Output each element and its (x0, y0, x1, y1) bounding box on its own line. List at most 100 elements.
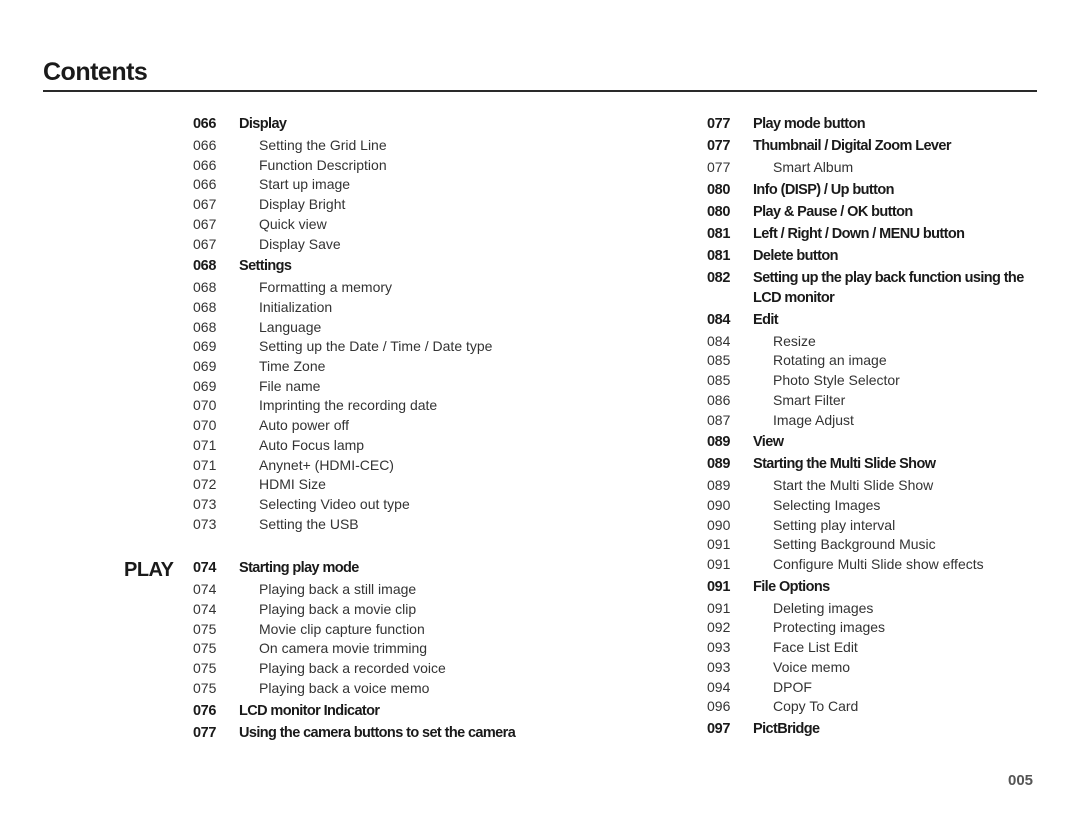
toc-page-number: 084 (707, 311, 730, 328)
toc-sub-entry[interactable]: 067 Quick view (193, 215, 553, 235)
toc-entry-title: Setting up the Date / Time / Date type (259, 338, 493, 355)
toc-entry-title: Photo Style Selector (773, 372, 900, 389)
toc-sub-entry[interactable]: 086 Smart Filter (707, 391, 1047, 411)
toc-sub-entry[interactable]: 069 File name (193, 377, 553, 397)
toc-heading-entry[interactable]: 066 Display (193, 114, 553, 134)
toc-entry-title: Playing back a movie clip (259, 601, 417, 618)
toc-sub-entry[interactable]: 077 Smart Album (707, 158, 1047, 178)
toc-page-number: 093 (707, 658, 731, 675)
toc-page-number: 080 (707, 203, 730, 220)
toc-heading-entry[interactable]: 091 File Options (707, 577, 1047, 597)
toc-sub-entry[interactable]: 067 Display Save (193, 235, 553, 255)
toc-sub-entry[interactable]: 096 Copy To Card (707, 697, 1047, 717)
toc-sub-entry[interactable]: 073 Selecting Video out type (193, 495, 553, 515)
toc-sub-entry[interactable]: 075 On camera movie trimming (193, 639, 553, 659)
toc-sub-entry[interactable]: 091 Configure Multi Slide show effects (707, 555, 1047, 575)
toc-sub-entry[interactable]: 068 Language (193, 318, 553, 338)
toc-entry-title: Quick view (259, 215, 327, 232)
toc-sub-entry[interactable]: 093 Voice memo (707, 658, 1047, 678)
toc-sub-entry[interactable]: 071 Auto Focus lamp (193, 436, 553, 456)
toc-page-number: 070 (193, 417, 217, 434)
toc-sub-entry[interactable]: 090 Selecting Images (707, 496, 1047, 516)
toc-entry-title: Formatting a memory (259, 279, 393, 296)
toc-entry-title: Display (239, 116, 287, 132)
toc-sub-entry[interactable]: 072 HDMI Size (193, 475, 553, 495)
toc-entry-title: Start up image (259, 176, 351, 193)
toc-sub-entry[interactable]: 067 Display Bright (193, 195, 553, 215)
toc-sub-entry[interactable]: 069 Setting up the Date / Time / Date typ… (193, 337, 553, 357)
toc-entry-title: Auto power off (259, 417, 350, 434)
toc-heading-entry[interactable]: 097 PictBridge (707, 719, 1047, 739)
toc-sub-entry[interactable]: 094 DPOF (707, 678, 1047, 698)
toc-heading-entry[interactable]: 084 Edit (707, 310, 1047, 330)
toc-heading-entry[interactable]: 082 Setting up the play back function usi… (707, 268, 1047, 308)
toc-page-number: 091 (707, 599, 731, 616)
toc-heading-entry[interactable]: 089 View (707, 432, 1047, 452)
toc-heading-entry[interactable]: 081 Left / Right / Down / MENU button (707, 224, 1047, 244)
toc-sub-entry[interactable]: 068 Formatting a memory (193, 278, 553, 298)
toc-heading-entry[interactable]: 089 Starting the Multi Slide Show (707, 454, 1047, 474)
toc-entry-title: Deleting images (773, 599, 874, 616)
toc-sub-entry[interactable]: 090 Setting play interval (707, 516, 1047, 536)
title-divider (43, 90, 1037, 92)
toc-sub-entry[interactable]: 087 Image Adjust (707, 411, 1047, 431)
toc-entry-title: Smart Filter (773, 391, 846, 408)
toc-entry-title: Start the Multi Slide Show (773, 477, 934, 494)
toc-sub-entry[interactable]: 071 Anynet+ (HDMI-CEC) (193, 456, 553, 476)
page-number: 005 (1008, 772, 1034, 789)
toc-sub-entry[interactable]: 073 Setting the USB (193, 515, 553, 535)
toc-page-number: 090 (707, 516, 731, 533)
toc-page-number: 067 (193, 215, 217, 232)
toc-sub-entry[interactable]: 091 Deleting images (707, 599, 1047, 619)
toc-entry-title: Selecting Images (773, 496, 881, 513)
toc-page-number: 075 (193, 640, 217, 657)
toc-heading-entry[interactable]: 077 Thumbnail / Digital Zoom Lever (707, 136, 1047, 156)
toc-heading-entry[interactable]: 076 LCD monitor Indicator (193, 701, 553, 721)
toc-sub-entry[interactable]: 075 Playing back a voice memo (193, 679, 553, 699)
toc-entry-title: Protecting images (773, 619, 886, 636)
page-title: Contents (43, 58, 148, 86)
toc-sub-entry[interactable]: 069 Time Zone (193, 357, 553, 377)
toc-heading-entry[interactable]: 077 Using the camera buttons to set the c… (193, 723, 553, 743)
toc-page-number: 075 (193, 660, 217, 677)
toc-sub-entry[interactable]: 066 Start up image (193, 175, 553, 195)
toc-entry-title: DPOF (773, 678, 812, 695)
toc-heading-entry[interactable]: 068 Settings (193, 256, 553, 276)
toc-page-number: 074 (193, 581, 217, 598)
toc-sub-entry[interactable]: 093 Face List Edit (707, 638, 1047, 658)
toc-page-number: 073 (193, 495, 217, 512)
toc-entry-title: Starting play mode (239, 560, 359, 577)
toc-page-number: 077 (707, 159, 731, 175)
toc-page-number: 093 (707, 639, 731, 656)
toc-page-number: 077 (707, 116, 730, 132)
toc-sub-entry[interactable]: 070 Auto power off (193, 416, 553, 436)
toc-heading-entry[interactable]: 080 Info (DISP) / Up button (707, 180, 1047, 200)
toc-page-number: 077 (707, 138, 730, 154)
toc-page-number: 086 (707, 391, 731, 408)
toc-sub-entry[interactable]: 091 Setting Background Music (707, 535, 1047, 555)
toc-page-number: 094 (707, 678, 731, 695)
toc-sub-entry[interactable]: 092 Protecting images (707, 618, 1047, 638)
toc-sub-entry[interactable]: 074 Playing back a movie clip (193, 600, 553, 620)
toc-sub-entry[interactable]: 075 Playing back a recorded voice (193, 659, 553, 679)
toc-entry-title: Language (259, 318, 322, 335)
toc-heading-entry[interactable]: 074 Starting play mode (193, 558, 553, 578)
toc-sub-entry[interactable]: 085 Rotating an image (707, 351, 1047, 371)
toc-sub-entry[interactable]: 074 Playing back a still image (193, 580, 553, 600)
toc-entry-title: Edit (753, 311, 779, 328)
toc-page-number: 089 (707, 456, 730, 473)
toc-entry-title: Playing back a voice memo (259, 679, 430, 696)
toc-sub-entry[interactable]: 066 Setting the Grid Line (193, 136, 553, 156)
toc-heading-entry[interactable]: 077 Play mode button (707, 114, 1047, 134)
toc-sub-entry[interactable]: 068 Initialization (193, 298, 553, 318)
toc-page-number: 067 (193, 196, 217, 213)
toc-heading-entry[interactable]: 080 Play & Pause / OK button (707, 202, 1047, 222)
toc-sub-entry[interactable]: 075 Movie clip capture function (193, 620, 553, 640)
toc-sub-entry[interactable]: 070 Imprinting the recording date (193, 396, 553, 416)
toc-entry-title: Setting play interval (773, 516, 896, 533)
toc-sub-entry[interactable]: 066 Function Description (193, 156, 553, 176)
toc-heading-entry[interactable]: 081 Delete button (707, 246, 1047, 266)
toc-sub-entry[interactable]: 089 Start the Multi Slide Show (707, 476, 1047, 496)
toc-sub-entry[interactable]: 084 Resize (707, 332, 1047, 352)
toc-sub-entry[interactable]: 085 Photo Style Selector (707, 371, 1047, 391)
